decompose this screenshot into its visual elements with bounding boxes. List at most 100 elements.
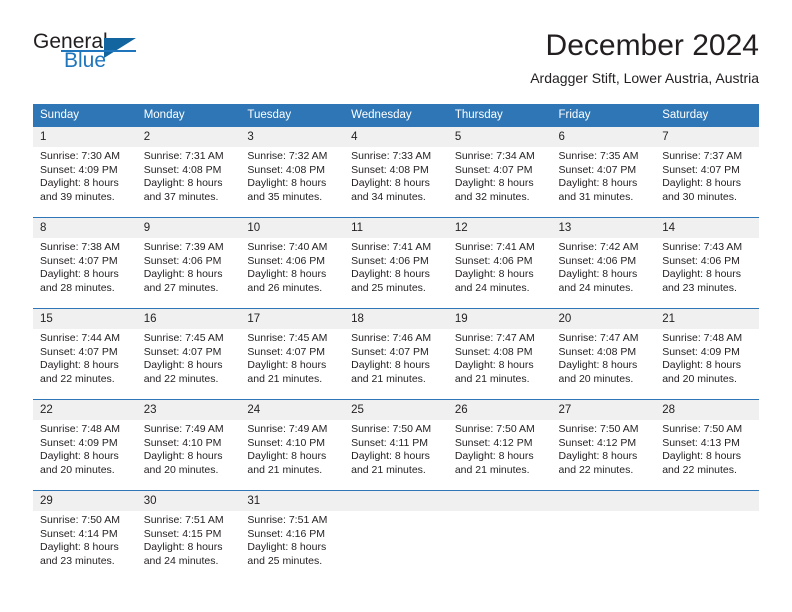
sunset-text: Sunset: 4:07 PM (558, 163, 637, 176)
day-number (655, 491, 759, 511)
calendar-day-cell[interactable]: 27 Sunrise: 7:50 AM Sunset: 4:12 PM Dayligh… (551, 399, 656, 491)
daylight-text-line1: Daylight: 8 hours (143, 359, 223, 372)
daylight-text-line1: Daylight: 8 hours (40, 359, 119, 372)
daylight-text-line1: Daylight: 8 hours (143, 268, 223, 281)
day-details: Sunrise: 7:49 AM Sunset: 4:10 PM Daylight:… (137, 420, 241, 477)
sunset-text: Sunset: 4:08 PM (558, 345, 637, 358)
sunrise-text: Sunrise: 7:40 AM (247, 241, 328, 253)
calendar-day-cell[interactable]: 5 Sunrise: 7:34 AM Sunset: 4:07 PM Daylight… (447, 127, 552, 218)
calendar-day-cell[interactable]: 4 Sunrise: 7:33 AM Sunset: 4:08 PM Daylight… (344, 127, 448, 218)
calendar-day-cell[interactable]: 31 Sunrise: 7:51 AM Sunset: 4:16 PM Dayligh… (240, 490, 345, 581)
calendar-day-cell[interactable]: 30 Sunrise: 7:51 AM Sunset: 4:15 PM Dayligh… (136, 490, 241, 581)
sunset-text: Sunset: 4:12 PM (558, 436, 637, 449)
calendar-day-cell[interactable] (344, 490, 448, 581)
sunset-text: Sunset: 4:08 PM (454, 345, 533, 358)
daylight-text-line2: and 23 minutes. (662, 281, 737, 294)
sunrise-text: Sunrise: 7:41 AM (454, 241, 535, 253)
calendar-day-cell[interactable] (551, 490, 656, 581)
sunrise-text: Sunrise: 7:46 AM (351, 332, 432, 344)
sunrise-text: Sunrise: 7:38 AM (40, 241, 120, 253)
calendar-day-cell[interactable]: 13 Sunrise: 7:42 AM Sunset: 4:06 PM Dayligh… (551, 217, 656, 309)
calendar-day-cell[interactable]: 24 Sunrise: 7:49 AM Sunset: 4:10 PM Dayligh… (240, 399, 345, 491)
daylight-text-line2: and 20 minutes. (40, 463, 115, 476)
sunset-text: Sunset: 4:16 PM (247, 527, 326, 540)
calendar-day-cell[interactable]: 29 Sunrise: 7:50 AM Sunset: 4:14 PM Dayligh… (33, 490, 137, 581)
calendar-day-cell[interactable]: 8 Sunrise: 7:38 AM Sunset: 4:07 PM Daylight… (33, 217, 137, 309)
day-details: Sunrise: 7:31 AM Sunset: 4:08 PM Daylight:… (137, 147, 241, 204)
day-number: 7 (655, 127, 759, 147)
day-details (655, 511, 759, 514)
day-number: 2 (136, 127, 241, 147)
day-number: 13 (551, 218, 656, 238)
calendar-week-row: 22 Sunrise: 7:48 AM Sunset: 4:09 PM Dayligh… (33, 399, 759, 491)
calendar-week-row: 15 Sunrise: 7:44 AM Sunset: 4:07 PM Dayligh… (33, 308, 759, 400)
daylight-text-line1: Daylight: 8 hours (558, 359, 638, 372)
day-number: 12 (447, 218, 552, 238)
calendar-day-cell[interactable]: 19 Sunrise: 7:47 AM Sunset: 4:08 PM Dayligh… (447, 308, 552, 400)
sunrise-text: Sunrise: 7:30 AM (40, 150, 120, 162)
sunset-text: Sunset: 4:07 PM (662, 163, 740, 176)
sunset-text: Sunset: 4:06 PM (454, 254, 533, 267)
daylight-text-line2: and 21 minutes. (351, 372, 426, 385)
day-number: 16 (136, 309, 241, 329)
daylight-text-line2: and 24 minutes. (558, 281, 634, 294)
sunset-text: Sunset: 4:15 PM (143, 527, 222, 540)
day-details: Sunrise: 7:34 AM Sunset: 4:07 PM Daylight:… (448, 147, 552, 204)
calendar-day-cell[interactable]: 1 Sunrise: 7:30 AM Sunset: 4:09 PM Daylight… (33, 127, 137, 218)
calendar-day-cell[interactable]: 10 Sunrise: 7:40 AM Sunset: 4:06 PM Dayligh… (240, 217, 345, 309)
sunrise-text: Sunrise: 7:51 AM (143, 514, 224, 526)
daylight-text-line1: Daylight: 8 hours (143, 541, 223, 554)
calendar-day-cell[interactable]: 14 Sunrise: 7:43 AM Sunset: 4:06 PM Dayligh… (655, 217, 759, 309)
daylight-text-line2: and 32 minutes. (454, 190, 530, 203)
calendar-day-cell[interactable]: 18 Sunrise: 7:46 AM Sunset: 4:07 PM Dayligh… (344, 308, 448, 400)
daylight-text-line2: and 39 minutes. (40, 190, 115, 203)
calendar-day-cell[interactable]: 17 Sunrise: 7:45 AM Sunset: 4:07 PM Dayligh… (240, 308, 345, 400)
day-details: Sunrise: 7:47 AM Sunset: 4:08 PM Daylight:… (552, 329, 656, 386)
calendar-day-cell[interactable]: 23 Sunrise: 7:49 AM Sunset: 4:10 PM Dayligh… (136, 399, 241, 491)
day-number (551, 491, 656, 511)
sunrise-text: Sunrise: 7:33 AM (351, 150, 432, 162)
daylight-text-line2: and 21 minutes. (247, 463, 323, 476)
calendar-day-cell[interactable]: 2 Sunrise: 7:31 AM Sunset: 4:08 PM Daylight… (136, 127, 241, 218)
calendar-day-cell[interactable]: 20 Sunrise: 7:47 AM Sunset: 4:08 PM Dayligh… (551, 308, 656, 400)
calendar-day-cell[interactable]: 6 Sunrise: 7:35 AM Sunset: 4:07 PM Daylight… (551, 127, 656, 218)
sunrise-text: Sunrise: 7:51 AM (247, 514, 328, 526)
daylight-text-line2: and 20 minutes. (558, 372, 634, 385)
daylight-text-line2: and 21 minutes. (351, 463, 426, 476)
calendar-day-cell[interactable]: 22 Sunrise: 7:48 AM Sunset: 4:09 PM Dayligh… (33, 399, 137, 491)
calendar-day-cell[interactable]: 15 Sunrise: 7:44 AM Sunset: 4:07 PM Dayligh… (33, 308, 137, 400)
sunset-text: Sunset: 4:13 PM (662, 436, 740, 449)
calendar-day-cell[interactable] (447, 490, 552, 581)
calendar-day-cell[interactable]: 26 Sunrise: 7:50 AM Sunset: 4:12 PM Dayligh… (447, 399, 552, 491)
calendar-day-cell[interactable] (655, 490, 759, 581)
sunrise-text: Sunrise: 7:31 AM (143, 150, 224, 162)
day-details (344, 511, 448, 514)
calendar-day-cell[interactable]: 11 Sunrise: 7:41 AM Sunset: 4:06 PM Dayligh… (344, 217, 448, 309)
day-number: 17 (240, 309, 345, 329)
daylight-text-line1: Daylight: 8 hours (351, 359, 430, 372)
calendar-day-cell[interactable]: 28 Sunrise: 7:50 AM Sunset: 4:13 PM Dayligh… (655, 399, 759, 491)
day-number: 10 (240, 218, 345, 238)
day-number: 26 (447, 400, 552, 420)
daylight-text-line1: Daylight: 8 hours (40, 450, 119, 463)
day-number: 27 (551, 400, 656, 420)
calendar-day-cell[interactable]: 25 Sunrise: 7:50 AM Sunset: 4:11 PM Dayligh… (344, 399, 448, 491)
sunrise-text: Sunrise: 7:41 AM (351, 241, 432, 253)
daylight-text-line1: Daylight: 8 hours (351, 177, 430, 190)
daylight-text-line1: Daylight: 8 hours (40, 268, 119, 281)
calendar-day-cell[interactable]: 16 Sunrise: 7:45 AM Sunset: 4:07 PM Dayligh… (136, 308, 241, 400)
day-details: Sunrise: 7:41 AM Sunset: 4:06 PM Daylight:… (344, 238, 448, 295)
calendar-day-cell[interactable]: 21 Sunrise: 7:48 AM Sunset: 4:09 PM Dayligh… (655, 308, 759, 400)
calendar-day-cell[interactable]: 9 Sunrise: 7:39 AM Sunset: 4:06 PM Daylight… (136, 217, 241, 309)
sunset-text: Sunset: 4:10 PM (143, 436, 222, 449)
logo-triangle-icon (104, 38, 136, 58)
calendar-day-cell[interactable]: 7 Sunrise: 7:37 AM Sunset: 4:07 PM Daylight… (655, 127, 759, 218)
column-header-sunday: Sunday (33, 104, 137, 127)
calendar-day-cell[interactable]: 3 Sunrise: 7:32 AM Sunset: 4:08 PM Daylight… (240, 127, 345, 218)
daylight-text-line2: and 34 minutes. (351, 190, 426, 203)
sunrise-text: Sunrise: 7:50 AM (454, 423, 535, 435)
calendar-day-cell[interactable]: 12 Sunrise: 7:41 AM Sunset: 4:06 PM Dayligh… (447, 217, 552, 309)
day-number: 24 (240, 400, 345, 420)
daylight-text-line1: Daylight: 8 hours (662, 450, 742, 463)
day-details: Sunrise: 7:40 AM Sunset: 4:06 PM Daylight:… (240, 238, 344, 295)
